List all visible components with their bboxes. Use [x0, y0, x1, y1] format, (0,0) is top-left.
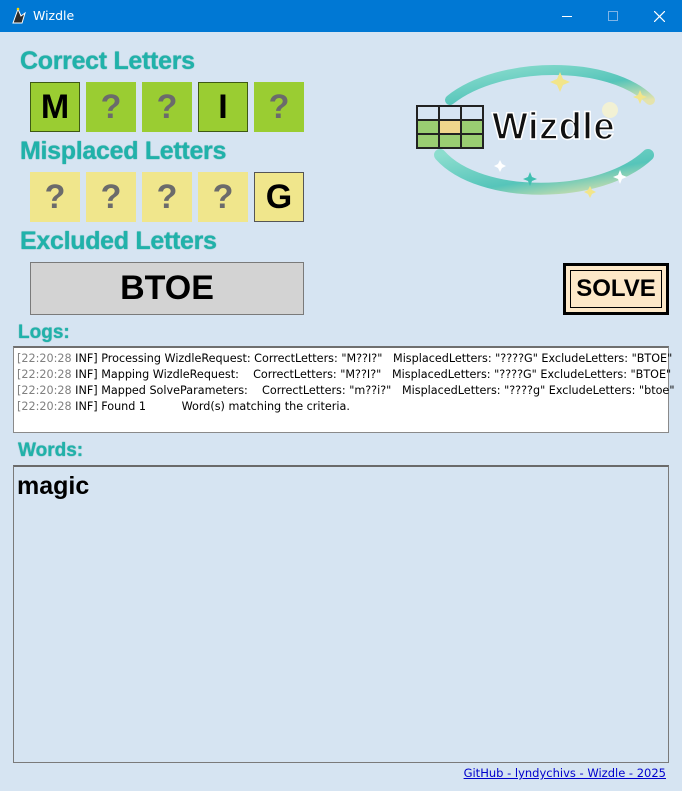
- words-heading: Words:: [18, 440, 84, 461]
- correct-letter-4[interactable]: I: [198, 82, 248, 132]
- correct-letter-2[interactable]: ?: [86, 82, 136, 132]
- log-line: [22:20:28 INF] Mapped SolveParameters: C…: [17, 383, 674, 399]
- github-link[interactable]: GitHub - lyndychivs - Wizdle - 2025: [464, 766, 666, 780]
- excluded-letters-input[interactable]: BTOE: [30, 262, 304, 315]
- title-bar: Wizdle: [0, 0, 682, 32]
- log-line: [22:20:28 INF] Mapping WizdleRequest: Co…: [17, 367, 671, 383]
- log-text: INF] Found 1 Word(s) matching the criter…: [71, 400, 350, 413]
- log-timestamp: [22:20:28: [17, 400, 72, 413]
- log-timestamp: [22:20:28: [17, 352, 72, 365]
- correct-letters-heading: Correct Letters: [20, 47, 195, 75]
- window-title: Wizdle: [33, 8, 75, 23]
- misplaced-letter-5[interactable]: G: [254, 172, 304, 222]
- logo-text: Wizdle: [491, 105, 615, 149]
- correct-letter-3[interactable]: ?: [142, 82, 192, 132]
- word-item[interactable]: magic: [17, 471, 665, 501]
- words-list[interactable]: magic: [13, 465, 669, 763]
- misplaced-letter-4[interactable]: ?: [198, 172, 248, 222]
- log-timestamp: [22:20:28: [17, 368, 72, 381]
- misplaced-letter-3[interactable]: ?: [142, 172, 192, 222]
- logs-panel[interactable]: [22:20:28 INF] Processing WizdleRequest:…: [13, 346, 674, 433]
- log-text: INF] Mapping WizdleRequest: CorrectLette…: [71, 368, 672, 381]
- minimize-button[interactable]: [544, 0, 590, 32]
- misplaced-letter-2[interactable]: ?: [86, 172, 136, 222]
- close-button[interactable]: [636, 0, 682, 32]
- solve-button[interactable]: SOLVE: [563, 263, 669, 315]
- log-text: INF] Mapped SolveParameters: CorrectLett…: [71, 384, 675, 397]
- correct-letter-5[interactable]: ?: [254, 82, 304, 132]
- correct-letter-1[interactable]: M: [30, 82, 80, 132]
- logs-heading: Logs:: [18, 322, 70, 343]
- log-line: [22:20:28 INF] Found 1 Word(s) matching …: [17, 399, 668, 415]
- log-line: [22:20:28 INF] Processing WizdleRequest:…: [17, 351, 672, 367]
- misplaced-letters-heading: Misplaced Letters: [20, 137, 227, 165]
- wizdle-logo: Wizdle: [410, 60, 672, 200]
- log-timestamp: [22:20:28: [17, 384, 72, 397]
- misplaced-letter-1[interactable]: ?: [30, 172, 80, 222]
- excluded-letters-heading: Excluded Letters: [20, 227, 217, 255]
- maximize-button[interactable]: [590, 0, 636, 32]
- wizard-hat-icon: [10, 7, 28, 25]
- log-text: INF] Processing WizdleRequest: CorrectLe…: [71, 352, 673, 365]
